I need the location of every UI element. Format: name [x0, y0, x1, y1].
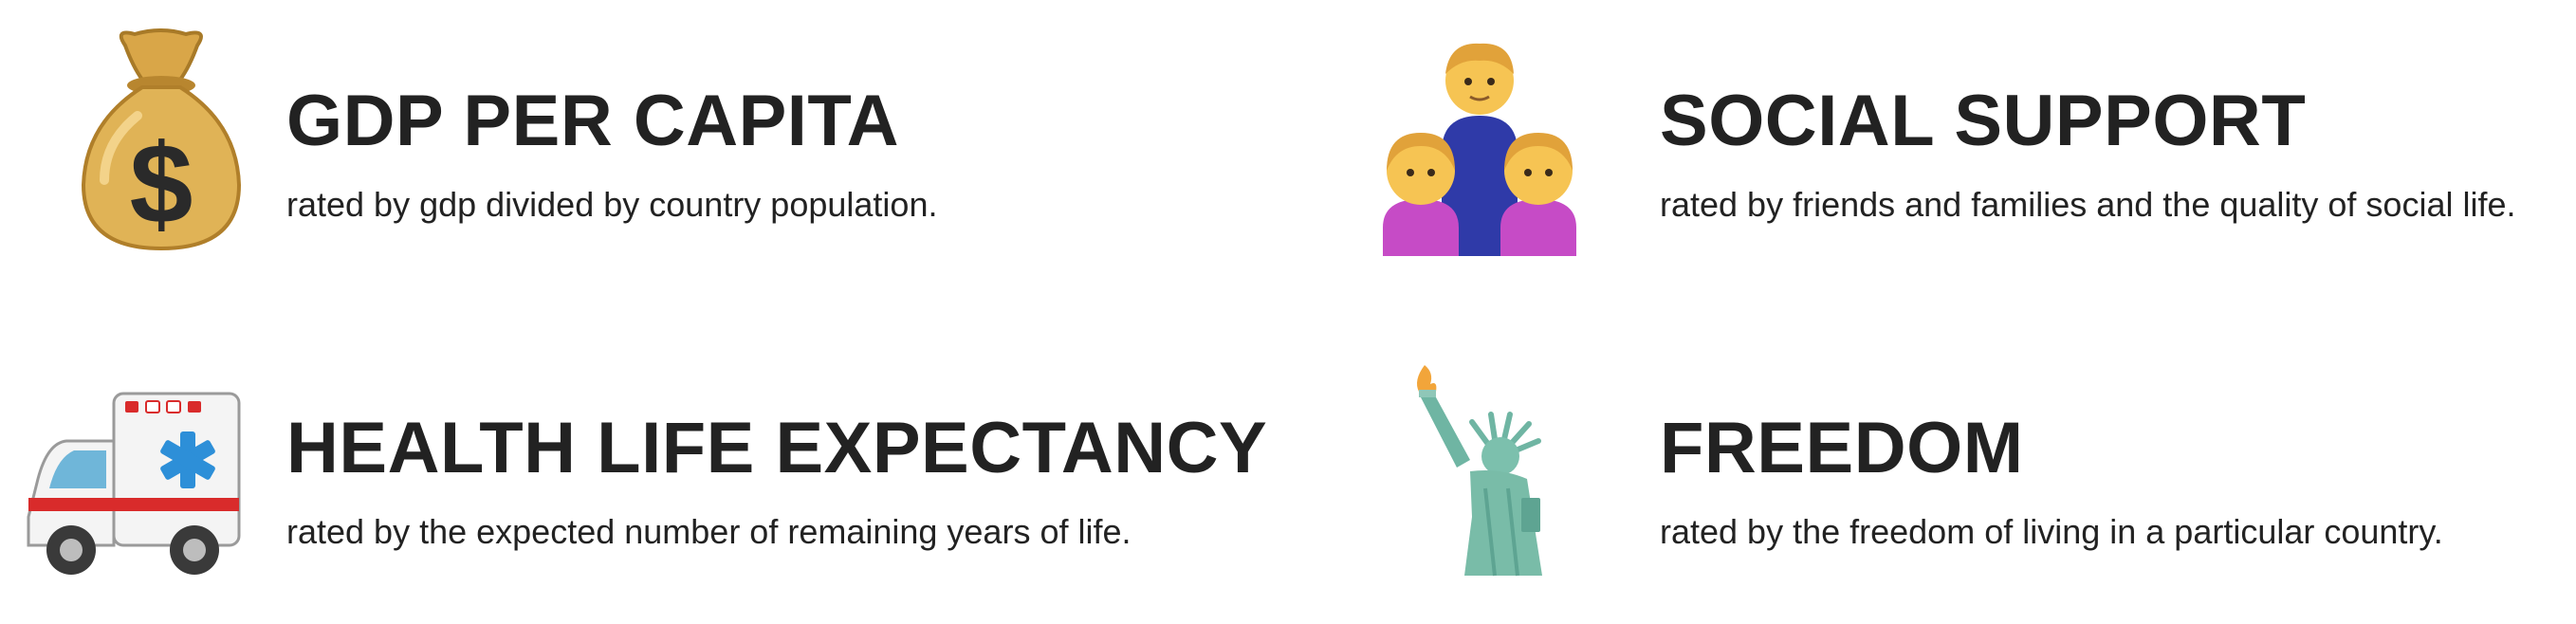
factor-social-support: SOCIAL SUPPORT rated by friends and fami… [1356, 19, 2576, 266]
ambulance-icon [9, 346, 256, 593]
statue-of-liberty-icon [1356, 346, 1603, 593]
factor-title: SOCIAL SUPPORT [1660, 81, 2307, 161]
factor-title: GDP PER CAPITA [286, 81, 900, 161]
factor-freedom: FREEDOM rated by the freedom of living i… [1356, 346, 2576, 593]
money-bag-icon: $ [38, 19, 285, 266]
factor-description: rated by gdp divided by country populati… [286, 185, 938, 224]
factor-title: FREEDOM [1660, 408, 2024, 488]
factor-health-life-expectancy: HEALTH LIFE EXPECTANCY rated by the expe… [0, 346, 1267, 593]
factor-description: rated by the freedom of living in a part… [1660, 512, 2443, 551]
family-icon [1356, 19, 1603, 266]
factor-description: rated by the expected number of remainin… [286, 512, 1132, 551]
factor-title: HEALTH LIFE EXPECTANCY [286, 408, 1268, 488]
factor-gdp-per-capita: $ GDP PER CAPITA rated by gdp divided by… [0, 19, 1233, 266]
svg-text:$: $ [130, 120, 193, 248]
factor-description: rated by friends and families and the qu… [1660, 185, 2516, 224]
